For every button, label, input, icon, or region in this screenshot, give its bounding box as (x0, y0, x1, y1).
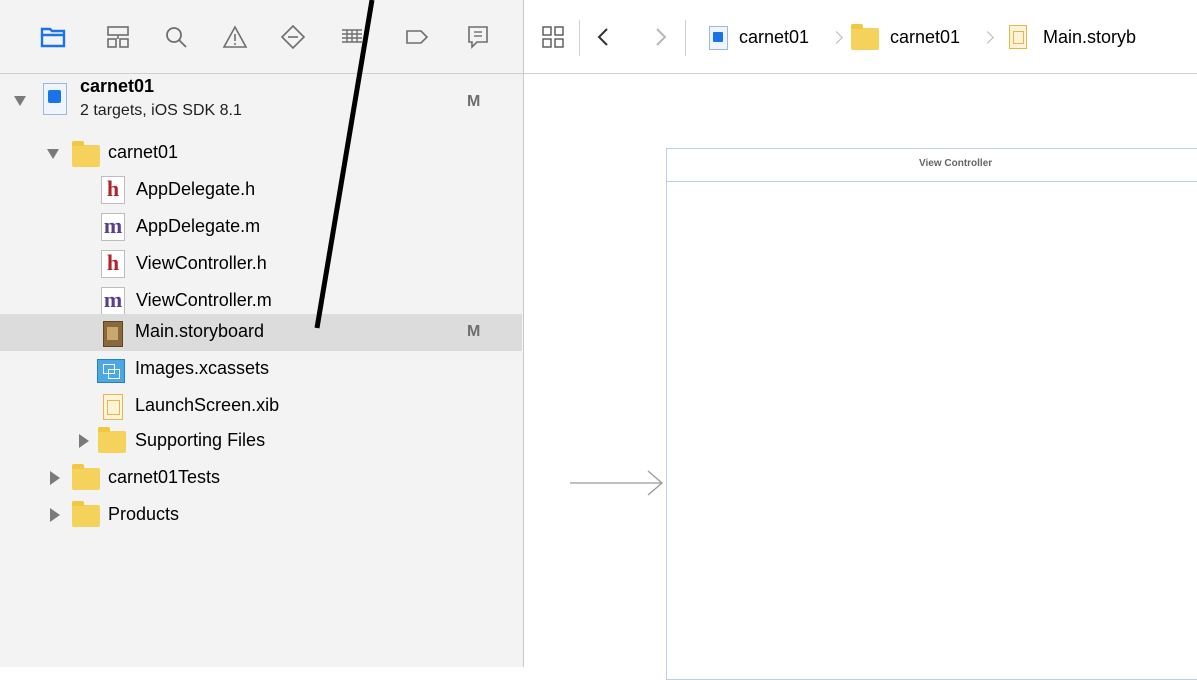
file-row-viewcontroller-h[interactable]: h ViewController.h (0, 246, 522, 283)
find-navigator-icon[interactable] (163, 24, 189, 50)
file-label: AppDelegate.h (136, 179, 256, 199)
back-chevron-icon[interactable] (596, 27, 610, 47)
disclosure-triangle-icon[interactable] (47, 149, 59, 159)
disclosure-triangle-icon[interactable] (14, 96, 26, 106)
file-row-appdelegate-m[interactable]: m AppDelegate.m (0, 209, 522, 246)
breadcrumb-item-file[interactable]: Main.storyb (1043, 27, 1136, 48)
group-label: Supporting Files (135, 430, 266, 450)
scm-status-badge: M (467, 323, 481, 340)
breadcrumb: carnet01 carnet01 Main.storyb (704, 0, 1197, 73)
implementation-file-icon: m (101, 287, 125, 315)
file-label: Main.storyboard (135, 321, 265, 341)
file-row-main-storyboard[interactable]: Main.storyboard M (0, 314, 522, 351)
scene-title: View Controller (919, 158, 993, 169)
file-row-launchscreen-xib[interactable]: LaunchScreen.xib (0, 388, 522, 425)
header-file-icon: h (101, 250, 125, 278)
forward-chevron-icon[interactable] (654, 27, 668, 47)
group-row-carnet01tests[interactable]: carnet01Tests (0, 460, 522, 497)
group-row-carnet01[interactable]: carnet01 (0, 135, 522, 172)
storyboard-file-icon (1009, 25, 1027, 49)
related-items-icon[interactable] (541, 25, 565, 49)
file-label: ViewController.m (136, 290, 272, 310)
breakpoint-navigator-icon[interactable] (404, 24, 430, 50)
jump-bar: carnet01 carnet01 Main.storyb (524, 0, 1197, 74)
toolbar-divider (579, 20, 580, 56)
group-row-supporting-files[interactable]: Supporting Files (0, 423, 522, 460)
folder-icon (72, 141, 100, 167)
breadcrumb-item-group[interactable]: carnet01 (890, 27, 960, 48)
xib-file-icon (103, 394, 123, 420)
breadcrumb-item-project[interactable]: carnet01 (739, 27, 809, 48)
project-navigator-icon[interactable] (40, 24, 66, 50)
project-file-icon (709, 26, 728, 50)
folder-icon (98, 427, 126, 453)
scene-title-bar[interactable]: View Controller (667, 149, 1197, 182)
folder-icon (72, 464, 100, 490)
breadcrumb-separator-icon (830, 31, 843, 44)
issue-navigator-icon[interactable] (222, 24, 248, 50)
file-row-appdelegate-h[interactable]: h AppDelegate.h (0, 172, 522, 209)
group-label: Products (108, 504, 180, 524)
navigator-toolbar (0, 0, 523, 74)
folder-icon (851, 24, 879, 50)
report-navigator-icon[interactable] (465, 24, 491, 50)
symbol-navigator-icon[interactable] (105, 24, 131, 50)
file-label: AppDelegate.m (136, 216, 261, 236)
project-subtitle: 2 targets, iOS SDK 8.1 (80, 102, 242, 119)
folder-icon (72, 501, 100, 527)
asset-catalog-icon (97, 359, 125, 383)
header-file-icon: h (101, 176, 125, 204)
toolbar-divider (685, 20, 686, 56)
view-controller-scene[interactable]: View Controller (666, 148, 1197, 680)
annotation-pointer-line (314, 0, 375, 329)
disclosure-triangle-icon[interactable] (50, 471, 60, 485)
disclosure-triangle-icon[interactable] (50, 508, 60, 522)
file-label: Images.xcassets (135, 358, 270, 378)
breadcrumb-separator-icon (981, 31, 994, 44)
storyboard-file-icon (103, 321, 123, 347)
project-name: carnet01 (80, 76, 155, 96)
file-row-images-xcassets[interactable]: Images.xcassets (0, 351, 522, 388)
implementation-file-icon: m (101, 213, 125, 241)
disclosure-triangle-icon[interactable] (79, 434, 89, 448)
initial-view-controller-arrow-icon (570, 470, 663, 496)
project-root-row[interactable]: carnet01 2 targets, iOS SDK 8.1 M (0, 75, 522, 135)
group-label: carnet01 (108, 142, 179, 162)
group-row-products[interactable]: Products (0, 497, 522, 534)
file-label: LaunchScreen.xib (135, 395, 280, 415)
scm-status-badge: M (467, 93, 481, 110)
project-file-icon (43, 83, 67, 115)
group-label: carnet01Tests (108, 467, 221, 487)
file-label: ViewController.h (136, 253, 267, 273)
